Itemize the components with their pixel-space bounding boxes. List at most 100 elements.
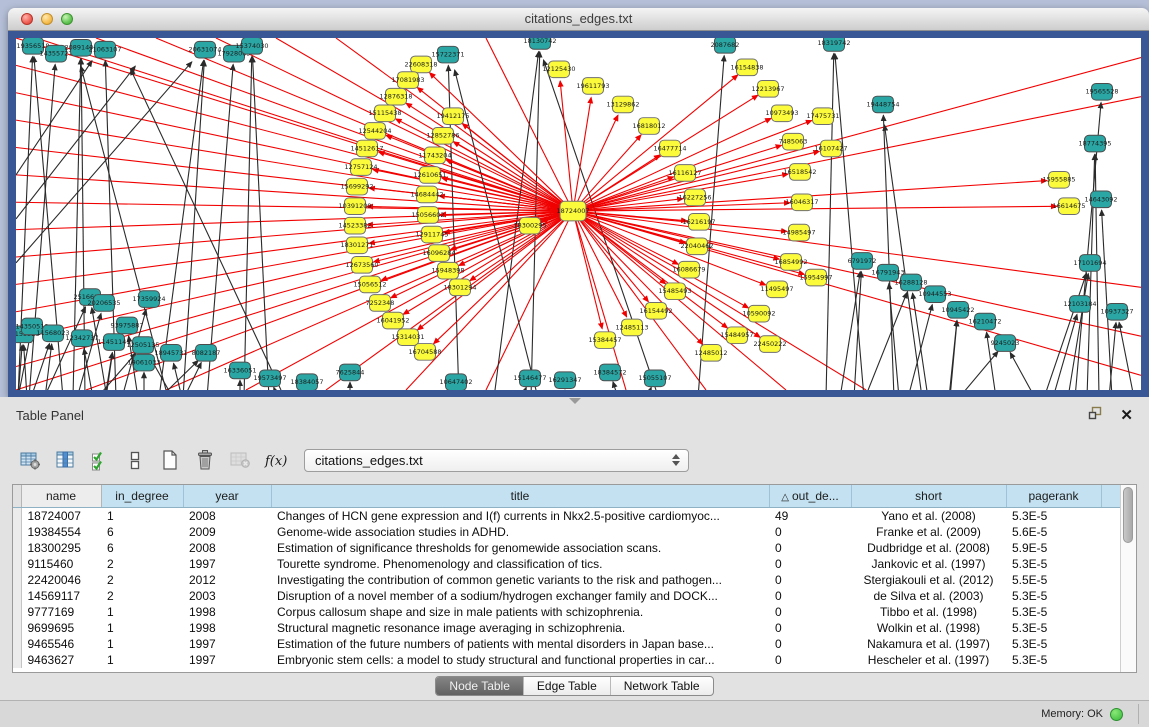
graph-node[interactable]: 16518542	[784, 164, 817, 181]
graph-node[interactable]: 16041952	[377, 312, 410, 329]
network-canvas[interactable]: 2260831817081983128763181511543812544204…	[16, 38, 1141, 390]
graph-node[interactable]: 18724007	[557, 201, 590, 221]
graph-node[interactable]: 15314031	[392, 329, 425, 346]
graph-node[interactable]: 15954997	[800, 269, 833, 286]
graph-node[interactable]: 12544204	[359, 123, 392, 140]
graph-node[interactable]: 12673560	[346, 257, 379, 274]
graph-node[interactable]: 12125430	[543, 61, 576, 78]
graph-node[interactable]: 16046317	[786, 194, 819, 211]
graph-node[interactable]: 12485012	[695, 345, 728, 362]
graph-node[interactable]: 15384457	[589, 332, 622, 349]
table-selector-dropdown[interactable]: citations_edges.txt	[304, 449, 689, 472]
graph-node[interactable]: 8082187	[192, 345, 221, 362]
graph-node[interactable]: 16291347	[549, 372, 582, 389]
column-header-short[interactable]: short	[851, 485, 1006, 508]
graph-node[interactable]: 14985497	[783, 224, 816, 241]
table-scrollbar-thumb[interactable]	[1123, 487, 1133, 543]
new-column-icon[interactable]	[154, 445, 186, 475]
graph-node[interactable]: 18384572	[594, 364, 627, 381]
table-row[interactable]: 977716911998Corpus callosum shape and si…	[13, 604, 1121, 620]
graph-node[interactable]: 16096284	[423, 245, 456, 262]
graph-node[interactable]: 15955885	[1043, 171, 1076, 188]
memory-status-icon[interactable]	[1110, 708, 1123, 721]
close-panel-icon[interactable]: ✕	[1120, 408, 1133, 423]
column-header-indegree[interactable]: in_degree	[101, 485, 183, 508]
graph-node[interactable]: 7625844	[336, 364, 365, 381]
graph-node[interactable]: 6791972	[848, 253, 877, 270]
graph-node[interactable]: 15699292	[341, 178, 374, 195]
graph-node[interactable]: 12485113	[616, 319, 649, 336]
show-columns-icon[interactable]	[49, 445, 81, 475]
graph-node[interactable]: 14523382	[339, 217, 372, 234]
delete-column-icon[interactable]	[189, 445, 221, 475]
graph-node[interactable]: 16154838	[731, 59, 764, 76]
network-window-titlebar[interactable]: citations_edges.txt	[8, 8, 1149, 31]
graph-node[interactable]: 17359924	[133, 291, 166, 308]
graph-node[interactable]: 12213967	[752, 81, 785, 98]
graph-node[interactable]: 18319742	[818, 38, 851, 51]
table-row[interactable]: 946554611997Estimation of the future num…	[13, 636, 1121, 652]
node-label: 18130742	[524, 38, 557, 45]
graph-node[interactable]: 93975887	[111, 317, 144, 334]
table-row[interactable]: 946362711997Embryonic stem cells: a mode…	[13, 652, 1121, 668]
graph-node[interactable]: 16154492	[640, 302, 673, 319]
graph-node[interactable]: 16336051	[224, 362, 257, 379]
graph-node[interactable]: 18130742	[524, 38, 557, 49]
node-label: 2087682	[711, 41, 740, 49]
column-selection-icon[interactable]	[84, 445, 116, 475]
table-row[interactable]: 1872400712008Changes of HCN gene express…	[13, 508, 1121, 525]
graph-node[interactable]: 19565528	[1086, 83, 1119, 100]
graph-node[interactable]: 10937327	[1101, 303, 1134, 320]
graph-node[interactable]: 17475731	[807, 108, 840, 125]
graph-node[interactable]: 12342737	[66, 330, 99, 347]
table-row[interactable]: 1830029562008Estimation of significance …	[13, 540, 1121, 556]
tab-network-table[interactable]: Network Table	[610, 677, 713, 695]
graph-node[interactable]: 19611793	[577, 78, 610, 95]
row-selection-icon[interactable]	[119, 445, 151, 475]
graph-node[interactable]: 16818012	[633, 118, 666, 135]
graph-node[interactable]: 18301294	[444, 279, 477, 296]
graph-node[interactable]: 10945422	[942, 302, 975, 319]
graph-node[interactable]: 9245023	[991, 335, 1020, 352]
column-header-year[interactable]: year	[183, 485, 271, 508]
table-row[interactable]: 911546021997Tourette syndrome. Phenomeno…	[13, 556, 1121, 572]
table-row[interactable]: 2242004622012Investigating the contribut…	[13, 572, 1121, 588]
graph-node[interactable]: 7252348	[366, 295, 395, 312]
graph-node[interactable]: 11495497	[761, 281, 794, 298]
table-row[interactable]: 1456911722003Disruption of a novel membe…	[13, 588, 1121, 604]
graph-node[interactable]: 14643092	[1085, 191, 1118, 208]
float-panel-icon[interactable]	[1088, 406, 1104, 425]
graph-node[interactable]: 18301271	[341, 237, 374, 254]
graph-node[interactable]: 16614675	[1053, 198, 1086, 215]
column-header-outde[interactable]: △out_de...	[769, 485, 851, 508]
graph-node[interactable]: 17101694	[1074, 255, 1107, 272]
column-header-title[interactable]: title	[271, 485, 769, 508]
table-mode-icon[interactable]	[14, 445, 46, 475]
graph-node[interactable]: 7485063	[779, 133, 808, 150]
graph-node[interactable]: 16116127	[669, 165, 702, 182]
graph-node[interactable]: 10391209	[339, 198, 372, 215]
graph-node[interactable]: 12103184	[1064, 296, 1097, 313]
table-scrollbar[interactable]	[1120, 485, 1136, 672]
graph-node[interactable]: 13129862	[607, 96, 640, 113]
node-label: 19448754	[867, 101, 900, 109]
column-header-name[interactable]: name	[21, 485, 101, 508]
graph-node[interactable]: 17081983	[392, 72, 425, 89]
delete-table-icon[interactable]	[224, 445, 256, 475]
table-row[interactable]: 1938455462009Genome-wide association stu…	[13, 524, 1121, 540]
graph-node[interactable]: 19448754	[867, 96, 900, 113]
graph-node[interactable]: 18774395	[1079, 135, 1112, 152]
graph-node[interactable]: 10647402	[440, 374, 473, 390]
tab-node-table[interactable]: Node Table	[436, 677, 523, 695]
graph-node[interactable]: 15055107	[639, 370, 672, 387]
graph-node[interactable]: 12757124	[345, 159, 378, 176]
graph-node[interactable]: 18384057	[291, 374, 324, 390]
column-header-pagerank[interactable]: pagerank	[1006, 485, 1101, 508]
tab-edge-table[interactable]: Edge Table	[523, 677, 610, 695]
graph-node[interactable]: 22608318	[405, 56, 438, 73]
table-row[interactable]: 969969511998Structural magnetic resonanc…	[13, 620, 1121, 636]
function-builder-icon[interactable]: f(x)	[259, 445, 291, 475]
graph-node[interactable]: 15146477	[514, 370, 547, 387]
graph-node[interactable]: 2087682	[711, 38, 740, 53]
graph-node[interactable]: 19573497	[254, 370, 287, 387]
